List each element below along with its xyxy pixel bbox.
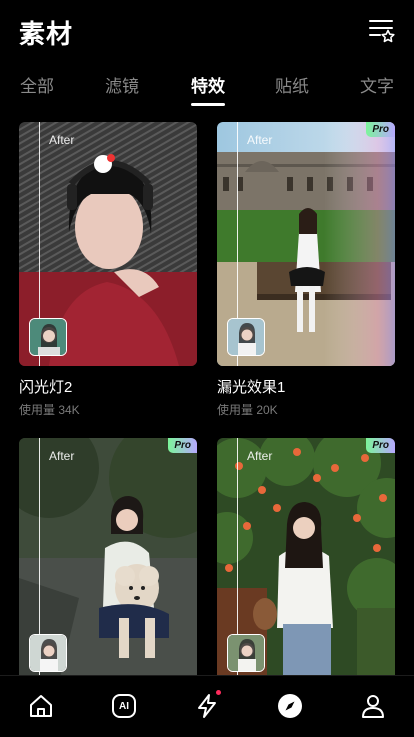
- pro-badge: Pro: [168, 438, 197, 453]
- nav-ai[interactable]: AI: [104, 688, 144, 724]
- effect-preview-image[interactable]: After Pro: [19, 438, 197, 682]
- effect-name: 闪光灯2: [19, 379, 73, 396]
- effect-preview-image[interactable]: After: [19, 122, 197, 366]
- nav-profile[interactable]: [353, 688, 393, 724]
- favorites-list-button[interactable]: [368, 16, 396, 44]
- effect-card[interactable]: After Pro 漏光效果1 使用量 20K: [217, 122, 395, 418]
- category-tabs: 全部 滤镜 特效 贴纸 文字: [0, 66, 414, 110]
- before-thumbnail: [227, 634, 265, 672]
- tab-text[interactable]: 文字: [360, 72, 394, 97]
- effect-card[interactable]: After 闪光灯2 使用量 34K: [19, 122, 197, 418]
- compass-icon: [278, 694, 302, 718]
- active-tab-indicator: [191, 103, 225, 106]
- pro-badge: Pro: [366, 438, 395, 453]
- profile-icon: [362, 695, 384, 718]
- after-label: After: [247, 133, 273, 147]
- effect-usage-count: 使用量 20K: [217, 403, 278, 417]
- page-title: 素材: [19, 19, 74, 49]
- effect-usage-count: 使用量 34K: [19, 403, 80, 417]
- effect-card[interactable]: After Pro: [19, 438, 197, 682]
- tab-stickers[interactable]: 贴纸: [275, 72, 309, 97]
- after-label: After: [49, 449, 75, 463]
- tab-filters[interactable]: 滤镜: [105, 72, 139, 97]
- nav-discover[interactable]: [270, 688, 310, 724]
- tab-all[interactable]: 全部: [20, 72, 54, 97]
- effect-preview-image[interactable]: After Pro: [217, 122, 395, 366]
- bottom-navigation: AI: [0, 675, 414, 737]
- pro-badge: Pro: [366, 122, 395, 137]
- tab-effects[interactable]: 特效: [191, 72, 225, 97]
- header: 素材: [0, 0, 414, 62]
- before-thumbnail: [227, 318, 265, 356]
- effect-preview-image[interactable]: After Pro: [217, 438, 395, 682]
- after-label: After: [49, 133, 75, 147]
- after-label: After: [247, 449, 273, 463]
- lightning-icon: [198, 694, 216, 718]
- effects-grid: After 闪光灯2 使用量 34K After Pro 漏光效果1 使用量 2…: [0, 122, 414, 682]
- effect-name: 漏光效果1: [217, 379, 286, 396]
- notification-dot: [216, 690, 221, 695]
- nav-home[interactable]: [21, 688, 61, 724]
- nav-effects[interactable]: [187, 688, 227, 724]
- home-icon: [30, 695, 52, 717]
- list-star-icon: [369, 20, 395, 43]
- ai-icon-label: AI: [119, 700, 129, 712]
- effect-card[interactable]: After Pro: [217, 438, 395, 682]
- before-thumbnail: [29, 634, 67, 672]
- before-thumbnail: [29, 318, 67, 356]
